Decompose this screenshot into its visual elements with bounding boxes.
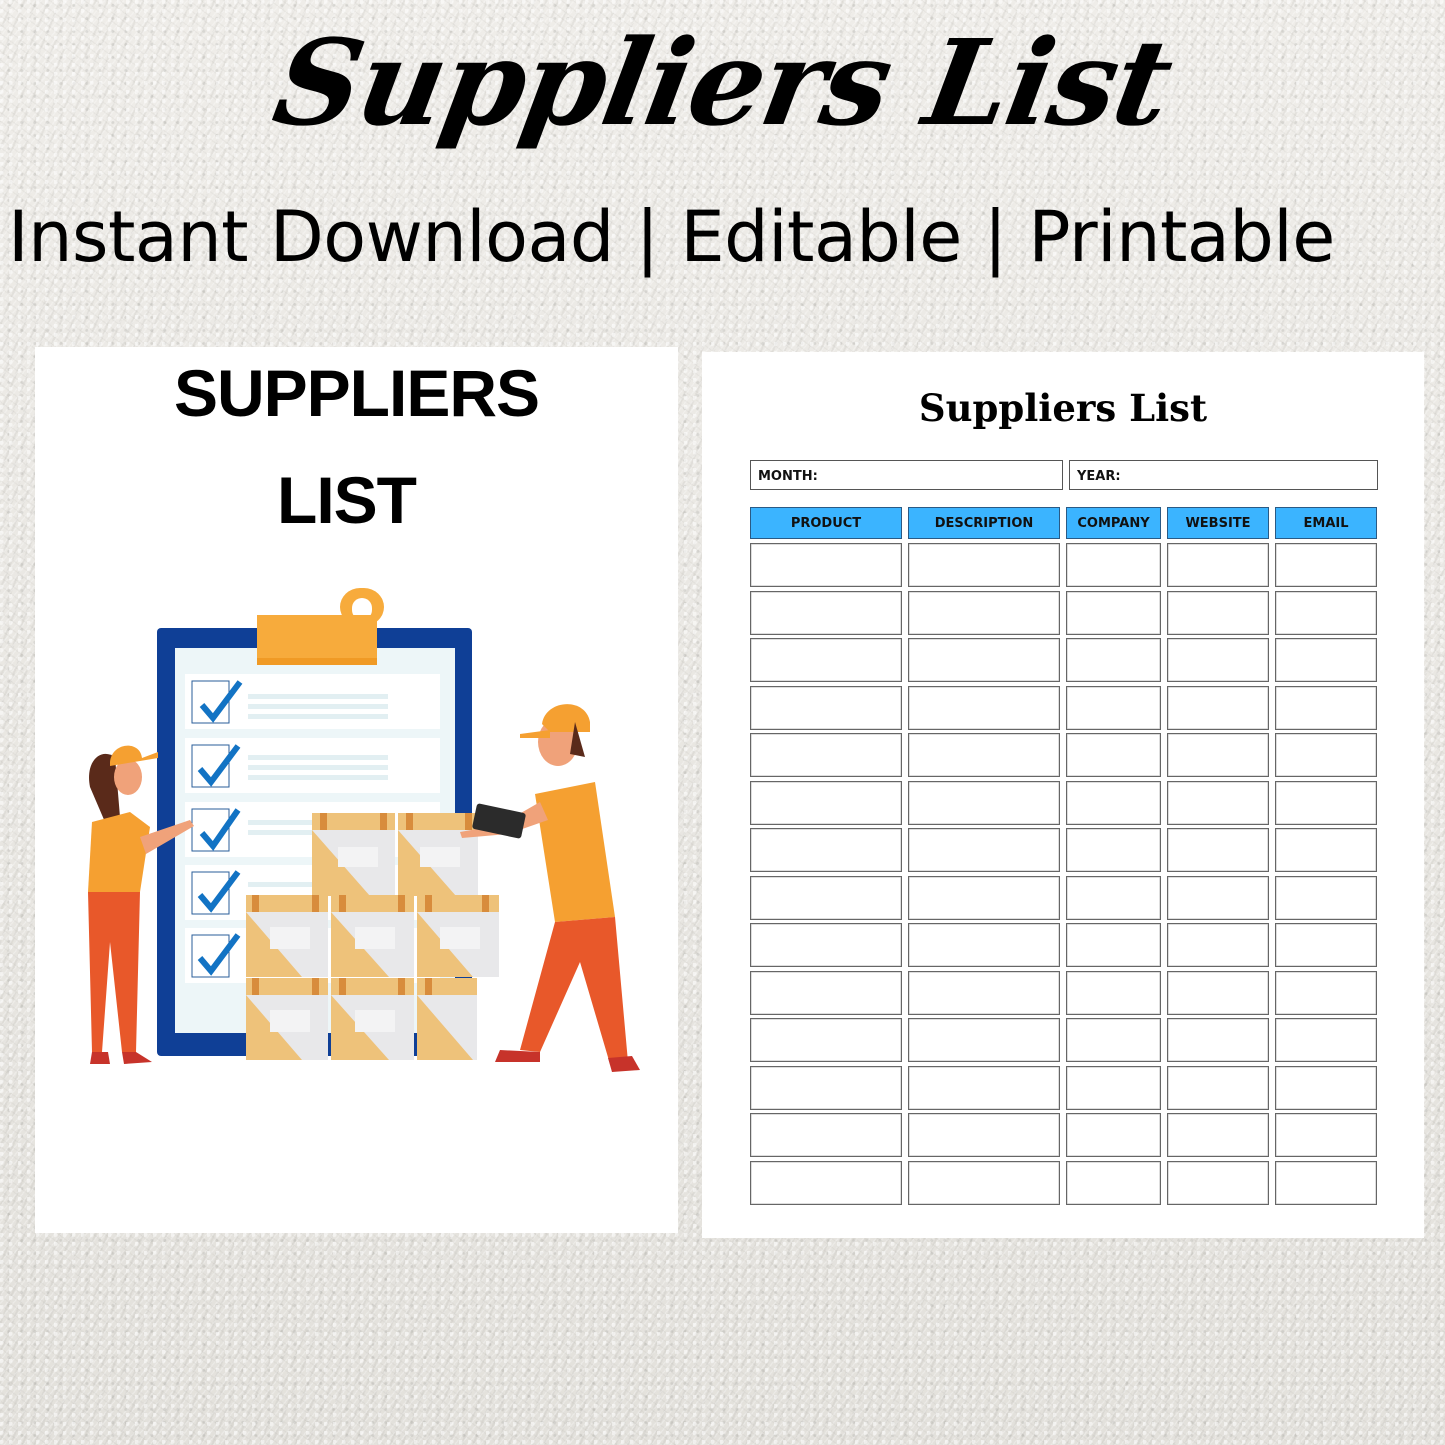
cover-title-line1: SUPPLIERS: [173, 356, 540, 430]
table-cell-website[interactable]: [1167, 923, 1269, 967]
table-cell-description[interactable]: [908, 1113, 1060, 1157]
table-cell-email[interactable]: [1275, 543, 1377, 587]
table-cell-product[interactable]: [750, 543, 902, 587]
table-cell-product[interactable]: [750, 875, 902, 920]
table-cell-description[interactable]: [908, 970, 1060, 1015]
box: [312, 813, 395, 896]
column-header-description: DESCRIPTION: [908, 507, 1060, 539]
table-cell-company[interactable]: [1066, 1113, 1161, 1157]
table-cell-website[interactable]: [1167, 970, 1269, 1015]
table-cell-product[interactable]: [750, 590, 902, 635]
table-cell-product[interactable]: [750, 923, 902, 967]
table-cell-product[interactable]: [750, 1018, 902, 1062]
table-cell-email[interactable]: [1275, 590, 1377, 635]
box: [331, 978, 414, 1060]
table-cell-company[interactable]: [1066, 733, 1161, 777]
table-cell-description[interactable]: [908, 1065, 1060, 1110]
table-cell-website[interactable]: [1167, 1160, 1269, 1205]
year-field[interactable]: YEAR:: [1069, 460, 1378, 490]
table-cell-email[interactable]: [1275, 1113, 1377, 1157]
check-row: [185, 738, 440, 793]
column-header-website: WEBSITE: [1167, 507, 1269, 539]
table-cell-website[interactable]: [1167, 685, 1269, 730]
box: [417, 895, 499, 977]
table-cell-description[interactable]: [908, 780, 1060, 825]
hero-subtitle: Instant Download | Editable | Printable: [8, 196, 1335, 278]
table-cell-email[interactable]: [1275, 1018, 1377, 1062]
column-header-company: COMPANY: [1066, 507, 1161, 539]
table-cell-product[interactable]: [750, 638, 902, 682]
table-cell-email[interactable]: [1275, 1160, 1377, 1205]
table-cell-product[interactable]: [750, 685, 902, 730]
year-label: YEAR:: [1077, 469, 1121, 484]
table-cell-description[interactable]: [908, 923, 1060, 967]
table-cell-company[interactable]: [1066, 543, 1161, 587]
box: [246, 895, 328, 977]
table-cell-description[interactable]: [908, 733, 1060, 777]
hero-title: Suppliers List: [264, 13, 1181, 152]
table-cell-website[interactable]: [1167, 1065, 1269, 1110]
table-cell-email[interactable]: [1275, 875, 1377, 920]
box: [331, 895, 414, 977]
sheet-title: Suppliers List: [918, 386, 1208, 430]
table-cell-website[interactable]: [1167, 638, 1269, 682]
table-cell-product[interactable]: [750, 780, 902, 825]
clipboard-workers-illustration: [88, 588, 640, 1072]
table-cell-product[interactable]: [750, 1113, 902, 1157]
table-cell-product[interactable]: [750, 1160, 902, 1205]
table-cell-email[interactable]: [1275, 923, 1377, 967]
table-cell-website[interactable]: [1167, 1113, 1269, 1157]
table-cell-product[interactable]: [750, 828, 902, 872]
table-cell-description[interactable]: [908, 828, 1060, 872]
table-cell-company[interactable]: [1066, 1160, 1161, 1205]
table-cell-description[interactable]: [908, 875, 1060, 920]
table-cell-product[interactable]: [750, 970, 902, 1015]
table-cell-website[interactable]: [1167, 590, 1269, 635]
suppliers-sheet-page: Suppliers List MONTH: YEAR: PRODUCT DESCR…: [702, 352, 1424, 1238]
table-cell-email[interactable]: [1275, 685, 1377, 730]
table-cell-product[interactable]: [750, 1065, 902, 1110]
table-cell-company[interactable]: [1066, 685, 1161, 730]
table-cell-description[interactable]: [908, 590, 1060, 635]
table-cell-website[interactable]: [1167, 875, 1269, 920]
table-cell-company[interactable]: [1066, 638, 1161, 682]
cover-title-line2: LIST: [277, 463, 417, 537]
cover-page: SUPPLIERS LIST: [35, 347, 678, 1233]
table-cell-website[interactable]: [1167, 780, 1269, 825]
table-cell-company[interactable]: [1066, 780, 1161, 825]
table-cell-email[interactable]: [1275, 970, 1377, 1015]
table-cell-company[interactable]: [1066, 1018, 1161, 1062]
table-cell-website[interactable]: [1167, 733, 1269, 777]
table-cell-description[interactable]: [908, 685, 1060, 730]
table-cell-email[interactable]: [1275, 828, 1377, 872]
table-cell-company[interactable]: [1066, 1065, 1161, 1110]
box: [417, 978, 477, 1060]
table-cell-product[interactable]: [750, 733, 902, 777]
table-cell-email[interactable]: [1275, 638, 1377, 682]
table-cell-website[interactable]: [1167, 543, 1269, 587]
box: [246, 978, 328, 1060]
table-cell-description[interactable]: [908, 1018, 1060, 1062]
table-cell-company[interactable]: [1066, 875, 1161, 920]
table-cell-website[interactable]: [1167, 828, 1269, 872]
table-cell-company[interactable]: [1066, 970, 1161, 1015]
table-cell-description[interactable]: [908, 543, 1060, 587]
month-label: MONTH:: [758, 469, 818, 484]
column-header-product: PRODUCT: [750, 507, 902, 539]
table-cell-email[interactable]: [1275, 1065, 1377, 1110]
table-cell-company[interactable]: [1066, 590, 1161, 635]
table-cell-company[interactable]: [1066, 923, 1161, 967]
column-header-email: EMAIL: [1275, 507, 1377, 539]
table-cell-company[interactable]: [1066, 828, 1161, 872]
table-cell-description[interactable]: [908, 638, 1060, 682]
table-cell-description[interactable]: [908, 1160, 1060, 1205]
box: [398, 813, 478, 896]
check-row: [185, 674, 440, 729]
table-cell-email[interactable]: [1275, 780, 1377, 825]
worker-man-figure: [460, 704, 640, 1072]
month-field[interactable]: MONTH:: [750, 460, 1063, 490]
table-cell-website[interactable]: [1167, 1018, 1269, 1062]
table-cell-email[interactable]: [1275, 733, 1377, 777]
